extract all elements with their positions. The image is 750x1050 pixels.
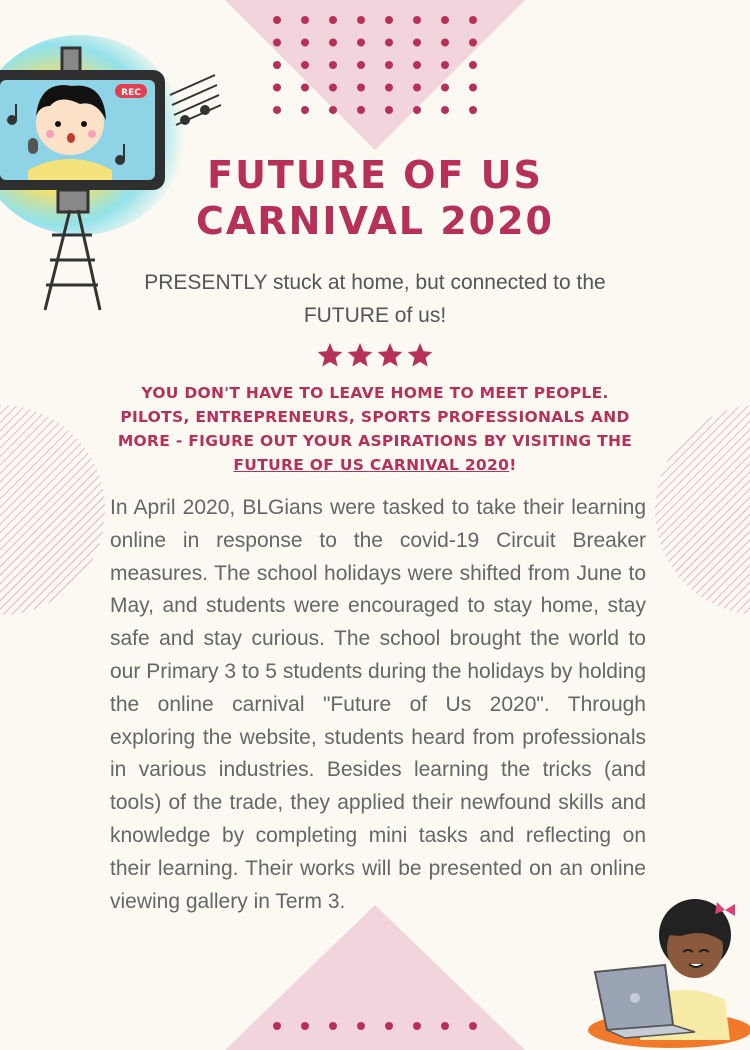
decor-dot: [385, 83, 393, 92]
decor-dot: [469, 83, 477, 92]
decor-dot: [273, 61, 281, 69]
poster-title: FUTURE OF US CARNIVAL 2020: [100, 152, 650, 244]
decor-dot: [413, 38, 421, 47]
bottom-triangle-decoration: [225, 905, 525, 1050]
decor-dot: [301, 38, 309, 47]
star-icon: [347, 343, 373, 367]
decor-dot: [441, 61, 449, 69]
tagline: YOU DON'T HAVE TO LEAVE HOME TO MEET PEO…: [105, 381, 645, 477]
decor-dot: [469, 38, 477, 47]
carnival-link[interactable]: FUTURE OF US CARNIVAL 2020: [233, 456, 509, 474]
decor-dot: [301, 16, 309, 24]
title-line-2: CARNIVAL 2020: [196, 199, 554, 243]
body-paragraph: In April 2020, BLGians were tasked to ta…: [110, 496, 646, 913]
top-triangle-decoration: [225, 0, 525, 150]
title-line-1: FUTURE OF US: [207, 153, 543, 197]
tagline-end: !: [509, 456, 517, 474]
decor-dot: [385, 16, 393, 24]
decor-dot: [329, 61, 337, 69]
decor-dot: [329, 16, 337, 24]
decor-dot: [441, 16, 449, 24]
subtitle: PRESENTLY stuck at home, but connected t…: [144, 271, 606, 327]
decor-dot: [273, 83, 281, 92]
decor-dot: [301, 106, 309, 114]
decor-dot: [357, 16, 365, 24]
decor-dot: [469, 61, 477, 69]
decor-dot: [413, 16, 421, 24]
decor-dot: [441, 83, 449, 92]
decor-dot: [357, 106, 365, 114]
decor-dot: [273, 38, 281, 47]
decor-dot: [329, 38, 337, 47]
rec-label: REC: [121, 88, 141, 98]
rating-stars: [317, 343, 433, 367]
star-icon: [317, 343, 343, 367]
star-icon: [377, 343, 403, 367]
decor-dot: [385, 106, 393, 114]
decor-dot: [469, 16, 477, 24]
decor-dot: [385, 61, 393, 69]
decor-dot: [329, 106, 337, 114]
decor-dot: [301, 61, 309, 69]
decor-dot: [301, 83, 309, 92]
decor-dot: [385, 38, 393, 47]
star-icon: [407, 343, 433, 367]
poster-page: REC FUTURE OF US CARNIVAL 2020 PRESENTLY…: [0, 0, 750, 1050]
decor-dot: [441, 106, 449, 114]
decor-dot: [357, 38, 365, 47]
decor-dot: [357, 61, 365, 69]
decor-dot: [413, 83, 421, 92]
tagline-text: YOU DON'T HAVE TO LEAVE HOME TO MEET PEO…: [117, 384, 633, 450]
decor-dot: [441, 38, 449, 47]
decor-dot: [469, 106, 477, 114]
decor-dot: [329, 83, 337, 92]
decor-dot: [357, 83, 365, 92]
decor-dot: [273, 106, 281, 114]
hatched-half-circle-left: [0, 405, 105, 615]
decor-dot: [273, 16, 281, 24]
hatched-half-circle-right: [655, 405, 750, 615]
decor-dot: [413, 61, 421, 69]
decor-dot: [413, 106, 421, 114]
